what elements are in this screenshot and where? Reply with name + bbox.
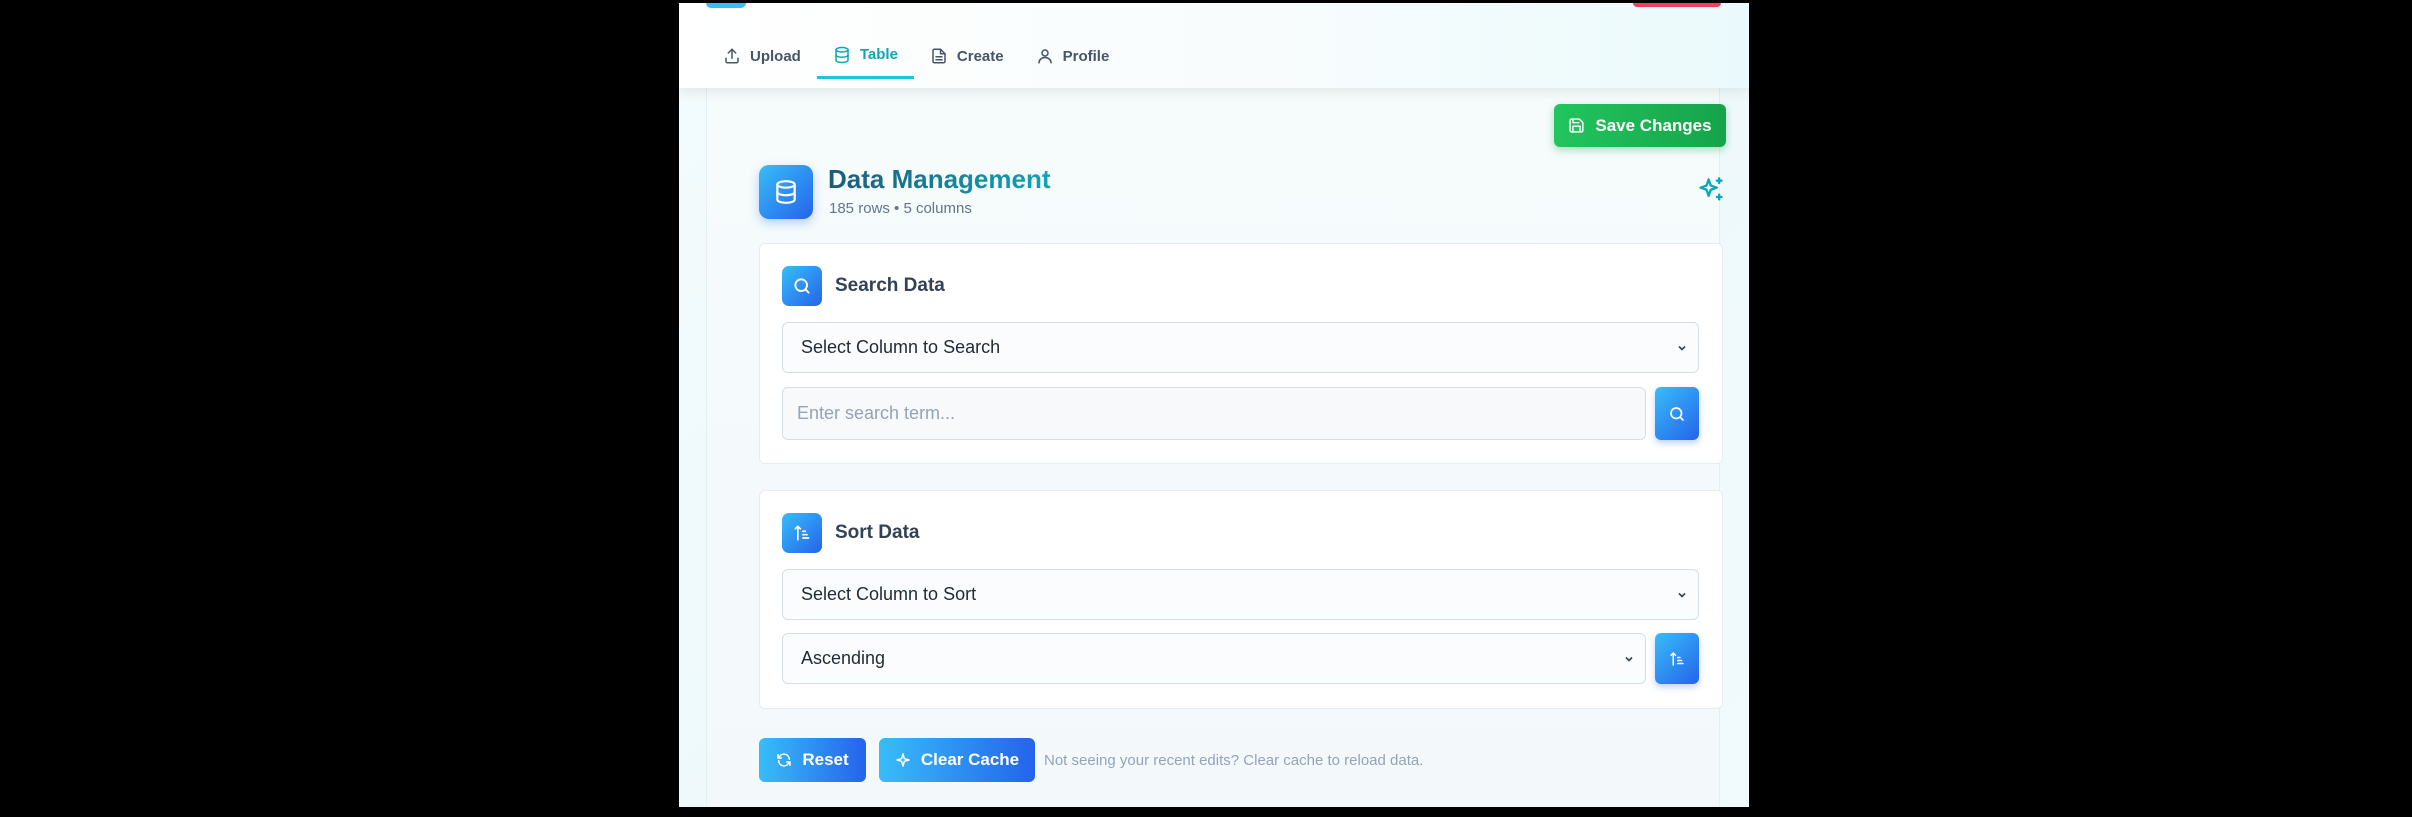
tab-upload[interactable]: Upload <box>707 33 817 79</box>
search-panel-title: Search Data <box>835 275 945 296</box>
logout-button-fragment[interactable] <box>1633 3 1721 7</box>
sort-column-select[interactable]: Select Column to Sort <box>782 569 1699 620</box>
tab-create-label: Create <box>956 47 1004 65</box>
reset-label: Reset <box>802 750 849 769</box>
tab-profile[interactable]: Profile <box>1020 33 1126 79</box>
data-management-card: Save Changes Data Management 185 rows • … <box>706 88 1726 807</box>
search-panel: Search Data Select Column to Search Ente… <box>759 243 1723 464</box>
sparkle-icon <box>896 753 910 767</box>
database-icon <box>776 180 796 204</box>
chevron-down-icon <box>1625 656 1633 662</box>
refresh-icon <box>777 753 792 767</box>
tab-profile-label: Profile <box>1062 47 1110 65</box>
search-column-select-value: Select Column to Search <box>801 337 1001 357</box>
sort-order-select[interactable]: Ascending <box>782 633 1646 684</box>
upload-icon <box>725 48 739 64</box>
tab-table-label: Table <box>859 46 898 63</box>
sort-order-select-value: Ascending <box>801 648 886 668</box>
user-icon <box>1037 49 1052 64</box>
search-input-placeholder: Enter search term... <box>797 403 956 423</box>
sort-ascending-icon <box>1670 651 1684 666</box>
chevron-down-icon <box>1678 345 1686 351</box>
tab-upload-label: Upload <box>750 47 801 65</box>
app-viewport: Upload Table Create Profile Save Changes… <box>679 3 1749 807</box>
sort-panel-icon-badge <box>782 513 822 553</box>
search-icon <box>794 278 810 294</box>
chevron-down-icon <box>1678 592 1686 598</box>
top-navigation: Upload Table Create Profile <box>679 3 1749 88</box>
file-icon <box>932 48 946 64</box>
tab-bar: Upload Table Create Profile <box>707 33 1125 83</box>
clear-cache-button[interactable]: Clear Cache <box>879 738 1035 782</box>
sort-button[interactable] <box>1655 633 1699 684</box>
page-title: Data Management <box>828 164 1051 194</box>
cache-hint-text: Not seeing your recent edits? Clear cach… <box>1044 752 1424 769</box>
sparkles-icon[interactable] <box>1697 176 1725 204</box>
tab-create[interactable]: Create <box>914 33 1020 79</box>
reset-button[interactable]: Reset <box>759 738 866 782</box>
logo-fragment <box>706 3 746 8</box>
page-subtitle: 185 rows • 5 columns <box>829 200 972 217</box>
header-database-icon-badge <box>759 165 813 219</box>
search-column-select[interactable]: Select Column to Search <box>782 322 1699 373</box>
search-panel-icon-badge <box>782 266 822 306</box>
search-icon <box>1670 406 1684 421</box>
sort-ascending-icon <box>794 525 810 541</box>
save-changes-label: Save Changes <box>1595 115 1712 135</box>
save-changes-button[interactable]: Save Changes <box>1554 104 1726 147</box>
sort-column-select-value: Select Column to Sort <box>801 584 977 604</box>
search-button[interactable] <box>1655 387 1699 440</box>
sort-panel: Sort Data Select Column to Sort Ascendin… <box>759 490 1723 709</box>
database-icon <box>835 46 849 63</box>
clear-cache-label: Clear Cache <box>920 750 1020 769</box>
save-icon <box>1569 118 1584 133</box>
tab-table[interactable]: Table <box>816 33 914 79</box>
search-input[interactable]: Enter search term... <box>782 387 1646 440</box>
sort-panel-title: Sort Data <box>835 522 920 543</box>
